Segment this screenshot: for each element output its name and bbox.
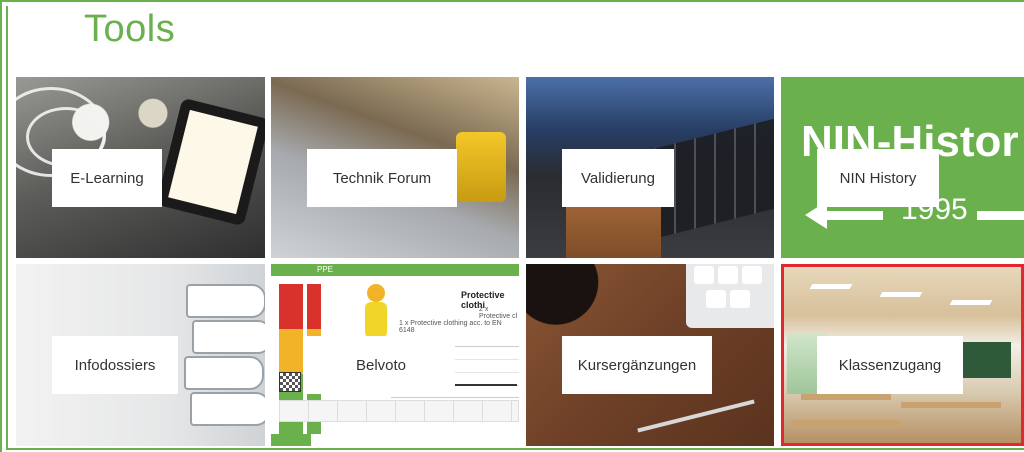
binder-decoration: [192, 320, 265, 354]
tile-technik-forum[interactable]: Technik Forum: [271, 77, 519, 258]
tile-label: Klassenzugang: [817, 336, 963, 394]
figure-body: [365, 302, 387, 338]
device-decoration: [456, 132, 506, 202]
timeline-bar: [825, 211, 883, 220]
tile-label: Technik Forum: [307, 149, 457, 207]
timeline-bar: [977, 211, 1024, 220]
tile-kursergaenzungen[interactable]: Kursergänzungen: [526, 264, 774, 446]
desk: [801, 394, 891, 400]
tile-infodossiers[interactable]: Infodossiers: [16, 264, 265, 446]
panel-bottom-border: [6, 448, 1024, 450]
key: [742, 266, 762, 284]
keyboard-decoration: [686, 264, 774, 328]
panel-inner-border: [6, 6, 8, 448]
tablet-image: [156, 97, 265, 227]
key: [694, 266, 714, 284]
belvoto-subtext: 1 x Protective clothing acc. to EN 6148: [399, 320, 502, 334]
belvoto-subtext: 2 x Protective cl: [479, 306, 518, 320]
binder-decoration: [186, 284, 265, 318]
desk: [901, 402, 1001, 408]
ceiling-light: [879, 292, 923, 297]
back-button: [271, 434, 311, 446]
tile-label: Infodossiers: [52, 336, 178, 394]
grid-icon: [279, 372, 301, 392]
tile-label: Kursergänzungen: [562, 336, 712, 394]
tile-nin-history[interactable]: NIN-Histor 1995 NIN History: [781, 77, 1024, 258]
tile-label: Belvoto: [307, 336, 455, 394]
binder-decoration: [184, 356, 264, 390]
ceiling-light: [809, 284, 853, 289]
figure-head: [367, 284, 385, 302]
desk: [791, 420, 901, 426]
tile-e-learning[interactable]: E-Learning: [16, 77, 265, 258]
pen-decoration: [637, 399, 755, 433]
tile-label: Validierung: [562, 149, 674, 207]
page-title: Tools: [84, 8, 176, 50]
chalkboard: [961, 342, 1011, 378]
tile-label: E-Learning: [52, 149, 162, 207]
ceiling-light: [949, 300, 993, 305]
binder-decoration: [190, 392, 265, 426]
tile-label: NIN History: [817, 149, 939, 207]
key: [718, 266, 738, 284]
bottom-table-decoration: [279, 400, 519, 422]
app-bar-title: PPE: [317, 265, 334, 274]
key: [730, 290, 750, 308]
tile-validierung[interactable]: Validierung: [526, 77, 774, 258]
key: [706, 290, 726, 308]
tile-belvoto[interactable]: PPE Protective clothi 2 x Protective cl …: [271, 264, 519, 446]
tile-klassenzugang[interactable]: Klassenzugang: [781, 264, 1024, 446]
app-bar: PPE: [271, 264, 519, 276]
